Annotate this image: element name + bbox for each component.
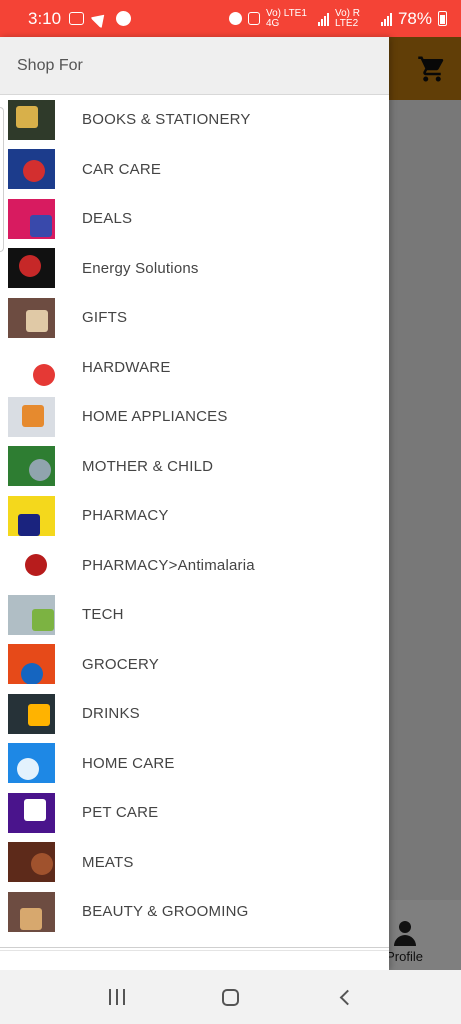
mosquito-thumbnail <box>8 545 55 586</box>
category-label: TECH <box>82 606 124 624</box>
home-appliances-thumbnail <box>8 396 55 437</box>
category-item[interactable]: TECH <box>0 590 389 640</box>
mother-child-thumbnail <box>8 446 55 487</box>
category-label: Energy Solutions <box>82 259 199 277</box>
network-label-2: Vo) R LTE2 <box>334 7 360 29</box>
status-bar: 3:10 Vo) LTE1 4G Vo) R LTE2 78% <box>0 0 461 37</box>
mute-icon <box>247 12 260 25</box>
home-icon <box>221 988 239 1006</box>
battery-icon <box>438 11 447 26</box>
category-item[interactable]: HOME APPLIANCES <box>0 392 389 442</box>
home-care-thumbnail <box>8 743 55 784</box>
hardware-thumbnail <box>8 347 55 388</box>
category-label: BOOKS & STATIONERY <box>82 111 251 129</box>
category-item[interactable]: PHARMACY>Antimalaria <box>0 541 389 591</box>
telegram-icon <box>90 8 110 29</box>
category-list: BOOKS & STATIONERY CAR CARE DEALS Energy So… <box>0 95 389 937</box>
recents-icon <box>108 989 125 1005</box>
category-item[interactable]: DEALS <box>0 194 389 244</box>
category-label: GIFTS <box>82 309 128 327</box>
gifts-thumbnail <box>8 297 55 338</box>
car-care-thumbnail <box>8 149 55 190</box>
category-item[interactable]: HARDWARE <box>0 343 389 393</box>
meats-thumbnail <box>8 842 55 883</box>
books-thumbnail <box>8 99 55 140</box>
category-item[interactable]: GIFTS <box>0 293 389 343</box>
navigation-drawer: Shop For BOOKS & STATIONERY CAR CARE DEALS… <box>0 37 389 970</box>
category-item[interactable]: Energy Solutions <box>0 244 389 294</box>
category-label: PHARMACY>Antimalaria <box>82 556 255 574</box>
category-item[interactable]: PET CARE <box>0 788 389 838</box>
category-item[interactable]: PHARMACY <box>0 491 389 541</box>
category-label: GROCERY <box>82 655 159 673</box>
category-label: PHARMACY <box>82 507 169 525</box>
tech-thumbnail <box>8 594 55 635</box>
signal-icon <box>317 12 329 26</box>
category-item[interactable]: BEAUTY & GROOMING <box>0 887 389 937</box>
whatsapp-icon <box>116 11 132 26</box>
grocery-thumbnail <box>8 644 55 685</box>
category-label: MOTHER & CHILD <box>82 457 214 475</box>
deals-thumbnail <box>8 198 55 239</box>
back-icon <box>339 989 355 1005</box>
recents-button[interactable] <box>97 977 137 1017</box>
network-label-1: Vo) LTE1 4G <box>265 7 307 29</box>
category-item[interactable]: BOOKS & STATIONERY <box>0 95 389 145</box>
category-label: HOME APPLIANCES <box>82 408 228 426</box>
category-label: BEAUTY & GROOMING <box>82 903 249 921</box>
category-item[interactable]: GROCERY <box>0 640 389 690</box>
category-label: HARDWARE <box>82 358 171 376</box>
pet-care-thumbnail <box>8 792 55 833</box>
camera-icon <box>69 12 85 25</box>
drawer-divider <box>0 947 389 951</box>
category-item[interactable]: DRINKS <box>0 689 389 739</box>
drinks-thumbnail <box>8 693 55 734</box>
beauty-thumbnail <box>8 891 55 932</box>
status-time: 3:10 <box>28 8 62 28</box>
category-label: PET CARE <box>82 804 159 822</box>
category-item[interactable]: CAR CARE <box>0 145 389 195</box>
category-label: HOME CARE <box>82 754 175 772</box>
alarm-icon <box>228 12 242 25</box>
signal-icon-2 <box>380 12 392 26</box>
back-button[interactable] <box>324 977 364 1017</box>
category-item[interactable]: HOME CARE <box>0 739 389 789</box>
category-label: MEATS <box>82 853 134 871</box>
category-label: CAR CARE <box>82 160 162 178</box>
system-navigation-bar <box>0 970 461 1024</box>
home-button[interactable] <box>210 977 250 1017</box>
category-item[interactable]: MOTHER & CHILD <box>0 442 389 492</box>
drawer-edge-handle[interactable] <box>0 107 4 252</box>
category-label: DEALS <box>82 210 133 228</box>
category-item[interactable]: MEATS <box>0 838 389 888</box>
battery-percent: 78% <box>397 8 432 28</box>
drawer-title: Shop For <box>0 37 389 95</box>
energy-thumbnail <box>8 248 55 289</box>
category-label: DRINKS <box>82 705 140 723</box>
pharmacy-thumbnail <box>8 495 55 536</box>
